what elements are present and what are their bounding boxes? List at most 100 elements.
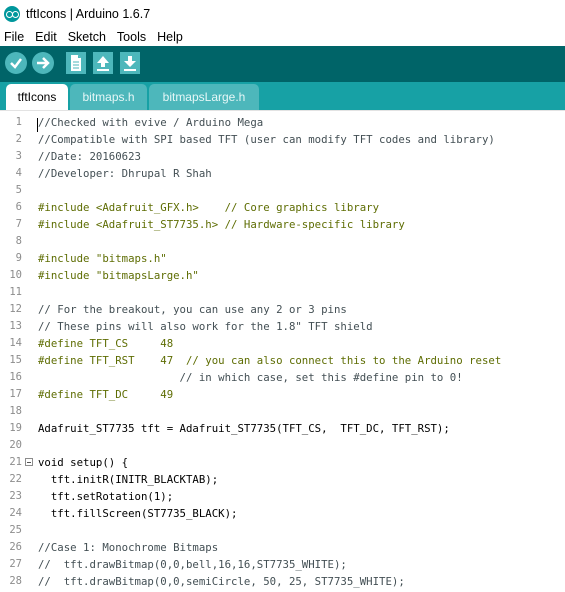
- code-line: 16 // in which case, set this #define pi…: [0, 369, 565, 386]
- code-text: tft.fillScreen(ST7735_BLACK);: [38, 507, 238, 520]
- tab-bar: tftIcons bitmaps.h bitmapsLarge.h: [0, 82, 565, 110]
- line-number: 13: [9, 320, 22, 332]
- code-line: 14 #define TFT_CS 48: [0, 335, 565, 352]
- line-number: 3: [15, 150, 22, 162]
- code-text: //Developer: Dhrupal R Shah: [38, 167, 212, 180]
- code-line: 28 // tft.drawBitmap(0,0,semiCircle, 50, …: [0, 573, 565, 590]
- new-icon: [71, 55, 81, 71]
- code-line: 22 tft.initR(INITR_BLACKTAB);: [0, 471, 565, 488]
- fold-toggle-icon[interactable]: [25, 458, 33, 466]
- code-text: #define TFT_DC 49: [38, 388, 174, 401]
- code-text: tft.initR(INITR_BLACKTAB);: [38, 473, 219, 486]
- code-line: 7 #include <Adafruit_ST7735.h> // Hardwar…: [0, 216, 565, 233]
- line-number: 27: [9, 558, 22, 570]
- menu-file[interactable]: File: [0, 30, 30, 44]
- title-bar: tftIcons | Arduino 1.6.7: [0, 0, 565, 27]
- menu-tools[interactable]: Tools: [112, 30, 152, 44]
- code-text: // tft.drawBitmap(0,0,semiCircle, 50, 25…: [38, 575, 405, 588]
- line-number: 2: [15, 133, 22, 145]
- line-number: 5: [15, 184, 22, 196]
- code-line: 25: [0, 522, 565, 539]
- verify-button[interactable]: [5, 52, 27, 74]
- line-number: 15: [9, 354, 22, 366]
- line-number: 14: [9, 337, 22, 349]
- code-line: 2 //Compatible with SPI based TFT (user c…: [0, 131, 565, 148]
- line-number: 18: [9, 405, 22, 417]
- save-icon: [124, 56, 136, 71]
- code-text: // For the breakout, you can use any 2 o…: [38, 303, 347, 316]
- line-number: 17: [9, 388, 22, 400]
- line-number: 21: [9, 456, 22, 468]
- line-number: 19: [9, 422, 22, 434]
- code-text: #define TFT_CS 48: [38, 337, 174, 350]
- code-line: 17 #define TFT_DC 49: [0, 386, 565, 403]
- code-text: //Date: 20160623: [38, 150, 141, 163]
- code-line: 15 #define TFT_RST 47 // you can also con…: [0, 352, 565, 369]
- verify-icon: [10, 58, 22, 69]
- open-icon: [97, 56, 109, 71]
- code-text: // tft.drawBitmap(0,0,bell,16,16,ST7735_…: [38, 558, 347, 571]
- line-number: 26: [9, 541, 22, 553]
- code-text: Adafruit_ST7735 tft = Adafruit_ST7735(TF…: [38, 422, 450, 435]
- tab-bitmapslarge-h[interactable]: bitmapsLarge.h: [149, 84, 259, 110]
- line-number: 23: [9, 490, 22, 502]
- line-number: 28: [9, 575, 22, 587]
- code-line: 18: [0, 403, 565, 420]
- code-editor[interactable]: 1 //Checked with evive / Arduino Mega 2 //C…: [0, 110, 565, 592]
- tab-tfticons[interactable]: tftIcons: [6, 84, 68, 110]
- upload-icon: [37, 57, 50, 69]
- line-number: 22: [9, 473, 22, 485]
- line-number: 24: [9, 507, 22, 519]
- menu-bar: File Edit Sketch Tools Help: [0, 27, 565, 46]
- menu-sketch[interactable]: Sketch: [63, 30, 112, 44]
- code-text: #include <Adafruit_ST7735.h> // Hardware…: [38, 218, 405, 231]
- line-number: 25: [9, 524, 22, 536]
- code-line: 9 #include "bitmaps.h": [0, 250, 565, 267]
- arduino-logo-icon: [4, 5, 20, 22]
- line-number: 20: [9, 439, 22, 451]
- line-number: 1: [15, 116, 22, 128]
- text-cursor: [37, 118, 38, 132]
- code-line: 21 void setup() {: [0, 454, 565, 471]
- code-text: #include "bitmapsLarge.h": [38, 269, 199, 282]
- upload-button[interactable]: [32, 52, 54, 74]
- code-line: 10 #include "bitmapsLarge.h": [0, 267, 565, 284]
- code-line: 3 //Date: 20160623: [0, 148, 565, 165]
- code-text: // These pins will also work for the 1.8…: [38, 320, 373, 333]
- line-number: 6: [15, 201, 22, 213]
- open-button[interactable]: [93, 52, 113, 74]
- line-number: 16: [9, 371, 22, 383]
- toolbar: [0, 46, 565, 82]
- line-number: 10: [9, 269, 22, 281]
- code-line: 20: [0, 437, 565, 454]
- save-button[interactable]: [120, 52, 140, 74]
- line-number: 9: [15, 252, 22, 264]
- code-line: 8: [0, 233, 565, 250]
- code-line: 6 #include <Adafruit_GFX.h> // Core graph…: [0, 199, 565, 216]
- code-line: 26 //Case 1: Monochrome Bitmaps: [0, 539, 565, 556]
- code-text: #define TFT_RST 47 // you can also conne…: [38, 354, 502, 367]
- code-text: #include "bitmaps.h": [38, 252, 167, 265]
- code-line: 12 // For the breakout, you can use any 2…: [0, 301, 565, 318]
- code-line: 23 tft.setRotation(1);: [0, 488, 565, 505]
- code-line: 5: [0, 182, 565, 199]
- line-number: 11: [9, 286, 22, 298]
- code-text: // in which case, set this #define pin t…: [38, 371, 463, 384]
- new-button[interactable]: [66, 52, 86, 74]
- code-text: #include <Adafruit_GFX.h> // Core graphi…: [38, 201, 380, 214]
- code-line: 24 tft.fillScreen(ST7735_BLACK);: [0, 505, 565, 522]
- code-text: //Case 1: Monochrome Bitmaps: [38, 541, 219, 554]
- code-text: tft.setRotation(1);: [38, 490, 174, 503]
- code-text: //Compatible with SPI based TFT (user ca…: [38, 133, 495, 146]
- tab-bitmaps-h[interactable]: bitmaps.h: [70, 84, 147, 110]
- line-number: 12: [9, 303, 22, 315]
- code-line: 11: [0, 284, 565, 301]
- window-title: tftIcons | Arduino 1.6.7: [26, 6, 151, 21]
- code-line: 1 //Checked with evive / Arduino Mega: [0, 114, 565, 132]
- code-text: void setup() {: [38, 456, 129, 469]
- menu-help[interactable]: Help: [152, 30, 189, 44]
- code-line: 19 Adafruit_ST7735 tft = Adafruit_ST7735(…: [0, 420, 565, 437]
- code-line: 4 //Developer: Dhrupal R Shah: [0, 165, 565, 182]
- line-number: 8: [15, 235, 22, 247]
- menu-edit[interactable]: Edit: [30, 30, 63, 44]
